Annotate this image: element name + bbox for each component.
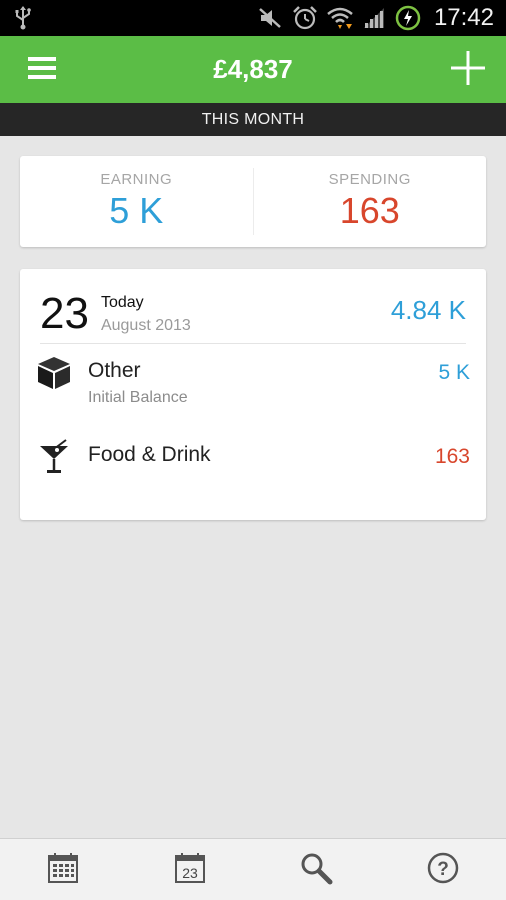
hamburger-menu-icon (28, 56, 56, 84)
wifi-icon (326, 6, 354, 30)
usb-icon (14, 5, 32, 31)
status-bar: 17:42 (0, 0, 506, 36)
earning-label: EARNING (100, 171, 173, 188)
day-number: 23 (40, 289, 89, 338)
day-card: 23 Today August 2013 4.84 K Other Initia… (20, 269, 486, 520)
mute-icon (258, 6, 284, 30)
summary-card: EARNING 5 K SPENDING 163 (20, 156, 486, 247)
day-total: 4.84 K (390, 295, 466, 325)
balance-title: £4,837 (213, 54, 293, 84)
transaction-amount: 5 K (438, 361, 470, 384)
transaction-row[interactable]: Food & Drink 163 (36, 437, 470, 501)
transaction-note: Initial Balance (88, 389, 188, 406)
transaction-name: Food & Drink (88, 443, 211, 466)
spending-value: 163 (339, 190, 400, 231)
cocktail-icon (36, 439, 72, 475)
signal-icon (362, 6, 386, 30)
menu-button[interactable] (20, 48, 64, 92)
day-text: Today August 2013 (101, 294, 191, 335)
earning-value: 5 K (109, 190, 164, 231)
nav-help-button[interactable]: ? (413, 845, 473, 895)
day-month-year: August 2013 (100, 316, 191, 334)
spending-label: SPENDING (328, 171, 411, 188)
bottom-nav: 23 ? (0, 838, 506, 900)
add-transaction-button[interactable] (446, 48, 490, 92)
period-bar[interactable]: THIS MONTH (0, 103, 506, 136)
nav-search-button[interactable] (286, 845, 346, 895)
status-time: 17:42 (433, 4, 494, 31)
nav-month-view-button[interactable] (33, 845, 93, 895)
day-label: Today (100, 293, 144, 311)
earning-summary[interactable]: EARNING 5 K (20, 156, 253, 247)
day-header[interactable]: 23 Today August 2013 4.84 K (40, 285, 466, 343)
app-bar: £4,837 (0, 36, 506, 103)
search-icon (299, 851, 333, 889)
calendar-day-icon: 23 (174, 852, 206, 888)
status-left (14, 5, 32, 31)
transaction-name: Other (88, 359, 141, 382)
nav-day-view-button[interactable]: 23 (160, 845, 220, 895)
box-icon (36, 355, 72, 391)
transaction-amount: 163 (434, 445, 470, 468)
status-right: 17:42 (258, 4, 494, 32)
battery-charging-icon (394, 4, 422, 32)
svg-text:?: ? (437, 859, 449, 880)
calendar-month-icon (47, 852, 79, 888)
divider (40, 343, 466, 344)
plus-icon (451, 50, 485, 89)
alarm-icon (292, 5, 318, 31)
transaction-row[interactable]: Other Initial Balance 5 K (36, 353, 470, 417)
spending-summary[interactable]: SPENDING 163 (254, 156, 487, 247)
help-icon: ? (427, 852, 459, 888)
calendar-day-number: 23 (182, 865, 198, 881)
